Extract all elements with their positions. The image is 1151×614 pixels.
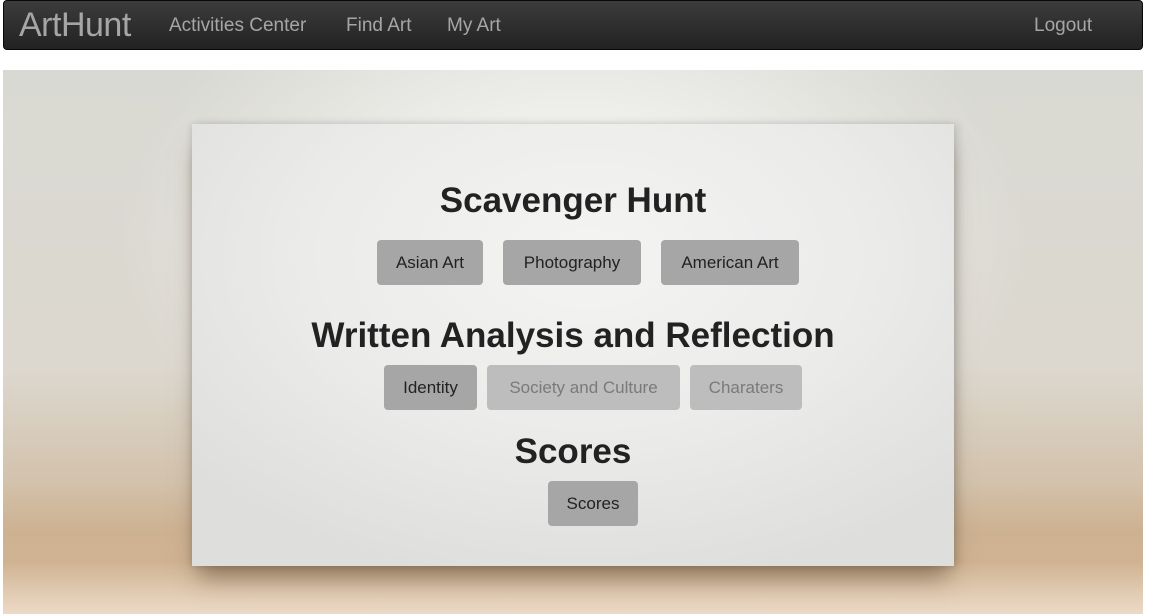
scores-heading: Scores: [514, 432, 632, 471]
nav-find-art[interactable]: Find Art: [346, 1, 411, 50]
society-and-culture-button[interactable]: Society and Culture: [487, 365, 680, 410]
identity-button[interactable]: Identity: [384, 365, 477, 410]
nav-my-art[interactable]: My Art: [447, 1, 501, 50]
nav-activities-center[interactable]: Activities Center: [169, 1, 306, 50]
scavenger-hunt-heading: Scavenger Hunt: [439, 181, 707, 220]
brand-logo[interactable]: ArtHunt: [19, 1, 131, 50]
asian-art-button[interactable]: Asian Art: [377, 240, 483, 285]
activity-panel: Scavenger Hunt Asian Art Photography Ame…: [192, 124, 954, 566]
scores-button[interactable]: Scores: [548, 481, 638, 526]
logout-link[interactable]: Logout: [1034, 1, 1092, 50]
written-analysis-heading: Written Analysis and Reflection: [311, 316, 835, 355]
gallery-background: Scavenger Hunt Asian Art Photography Ame…: [3, 70, 1143, 614]
charaters-button[interactable]: Charaters: [690, 365, 802, 410]
photography-button[interactable]: Photography: [503, 240, 641, 285]
american-art-button[interactable]: American Art: [661, 240, 799, 285]
top-navbar: ArtHunt Activities Center Find Art My Ar…: [3, 0, 1143, 50]
